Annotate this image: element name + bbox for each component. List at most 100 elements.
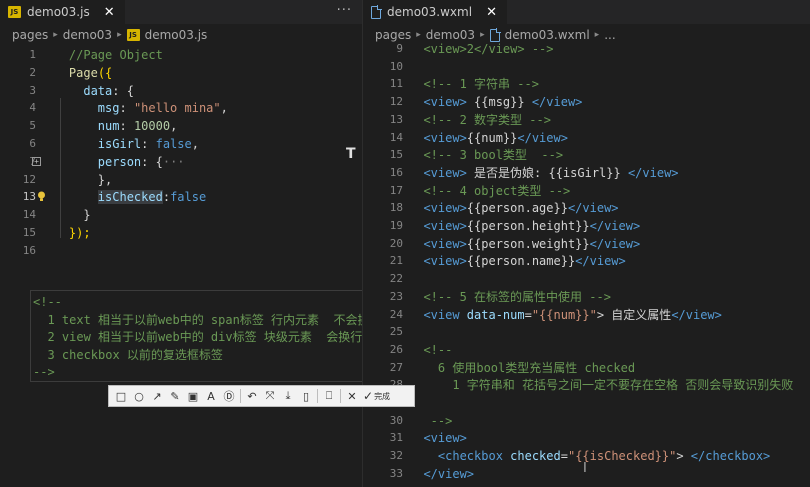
code-line: 20 <view>{{person.weight}}</view> [363,235,810,253]
chevron-right-icon: ▸ [594,30,600,40]
code-area-left[interactable]: 1 //Page Object 2 Page({3 data: {4 msg: "… [0,46,362,306]
line-number: 16 [22,243,36,257]
ellipse-tool-icon[interactable]: ○ [130,387,148,405]
mosaic-tool-icon[interactable]: ▣ [184,387,202,405]
code-token: </view> [409,466,475,481]
toolbar-divider [317,389,318,403]
text-tool-icon[interactable]: A [202,387,220,405]
pen-tool-icon[interactable]: ✎ [166,387,184,405]
save-icon[interactable]: ▯ [297,387,315,405]
line-number: 4 [29,101,36,115]
indent-guide [60,98,61,238]
close-icon[interactable]: ✕ [486,5,497,20]
line-number: 22 [389,272,403,286]
code-token: <!-- [33,295,62,309]
code-token: --> [33,365,55,379]
line-number: 2 [29,65,36,79]
js-file-icon: JS [126,29,140,41]
close-icon[interactable]: ✕ [343,387,361,405]
tab-label: demo03.wxml [387,5,473,19]
arrow-tool-icon[interactable]: ↗ [148,387,166,405]
code-line: 13 isChecked:false [0,188,362,206]
code-token: </checkbox> [690,449,771,464]
line-number: 18 [389,201,403,215]
code-text: Page({ [40,64,112,82]
line-number: 10 [389,59,403,73]
line-number: 3 [29,83,36,97]
done-label: 完成 [374,391,391,401]
line-number: 17 [389,183,403,197]
code-line: 15 }); [0,224,362,242]
code-line: 7 + person: {··· [0,153,362,171]
code-token: > [676,449,691,464]
code-token: <view>2</view> --> [409,42,554,56]
code-token: <view [409,307,467,322]
code-token: <view> [409,431,467,446]
number-tool-icon[interactable]: Ⓓ [220,387,238,405]
code-token: 是否是伪娘: {{isGirl}} [466,165,628,180]
line-number: 23 [389,289,403,303]
code-token: isGirl [97,137,142,151]
code-line: 14 } [0,206,362,224]
code-token: }, [97,172,113,187]
line-number: 1 [29,48,36,61]
code-line: 15 <!-- 3 bool类型 --> [363,146,810,164]
code-line: 11 <!-- 1 字符串 --> [363,75,810,93]
code-text: isChecked:false [40,188,206,206]
left-tab-bar: JS demo03.js ✕ ··· [0,0,362,24]
code-token: 1 text 相当于以前web中的 span标签 行内元素 不会换行 [33,312,362,327]
breadcrumb-item[interactable]: demo03 [63,28,112,42]
line-number: 11 [389,77,403,91]
code-token: <view> [409,95,467,110]
line-number: 12 [22,172,36,186]
line-number: 12 [389,95,403,109]
code-token: <!-- 1 字符串 --> [409,77,539,92]
code-text: <view>{{person.name}}</view> [409,252,625,270]
undo-icon[interactable]: ↶ [243,387,261,405]
code-line: 1 //Page Object [0,46,362,64]
line-number: 25 [389,325,403,339]
comment-overlay-panel: <!-- 1 text 相当于以前web中的 span标签 行内元素 不会换行 … [30,290,362,382]
code-token: 10000 [133,119,171,134]
code-token: : [119,119,134,134]
code-token: : { [112,83,134,98]
line-number: 19 [389,219,403,232]
code-line: 9 <view>2</view> --> [363,40,810,58]
code-token: data-num [466,307,525,322]
breadcrumb-item[interactable]: pages [12,28,48,42]
tab-demo03-js[interactable]: JS demo03.js ✕ [0,0,125,24]
code-area-right[interactable]: 9 <view>2</view> --> 10 11 <!-- 1 字符串 --> 1… [363,40,810,487]
download-icon[interactable]: ⤓ [279,387,297,405]
code-text: person: {··· [40,153,185,171]
code-text: <checkbox checked="{{isChecked}}"> </che… [409,447,770,465]
code-line: 1 text 相当于以前web中的 span标签 行内元素 不会换行 [31,311,362,329]
clipboard-icon[interactable]: ⎕ [320,387,338,405]
line-number: 30 [389,413,403,427]
text-cursor-icon: I [583,461,587,476]
code-text: </view> [409,465,474,483]
js-file-icon: JS [8,6,21,18]
line-number: 15 [22,226,36,239]
tab-demo03-wxml[interactable]: demo03.wxml ✕ [363,0,507,24]
code-line: 18 <view>{{person.age}}</view> [363,199,810,217]
code-token: </view> [531,95,583,110]
code-token: {{num}} [466,130,518,145]
code-text: <!-- [33,293,62,311]
code-text: 3 checkbox 以前的复选框标签 [33,346,222,364]
close-icon[interactable]: ✕ [104,5,115,20]
breadcrumb-item[interactable]: demo03.js [145,28,208,42]
toolbar-divider [240,389,241,403]
code-line: 31 <view> [363,429,810,447]
done-button[interactable]: ✓ 完成 [361,389,392,403]
code-token: false [170,190,207,205]
more-actions-icon[interactable]: ··· [337,3,352,18]
code-line: 23 <!-- 5 在标签的属性中使用 --> [363,288,810,306]
rectangle-tool-icon[interactable]: □ [112,387,130,405]
code-token: </view> [567,201,619,216]
pin-icon[interactable]: ⤧ [261,387,279,405]
